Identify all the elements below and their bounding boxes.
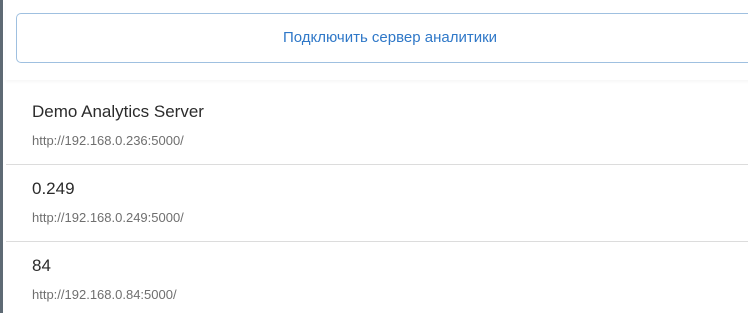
analytics-servers-panel: Подключить сервер аналитики Demo Analyti… xyxy=(0,0,748,313)
server-list: Demo Analytics Server http://192.168.0.2… xyxy=(6,88,748,319)
top-toolbar: Подключить сервер аналитики xyxy=(6,0,748,80)
connect-analytics-server-button[interactable]: Подключить сервер аналитики xyxy=(16,13,748,63)
server-list-item[interactable]: 84 http://192.168.0.84:5000/ xyxy=(6,242,748,319)
server-url: http://192.168.0.84:5000/ xyxy=(32,287,177,302)
server-url: http://192.168.0.249:5000/ xyxy=(32,210,184,225)
server-name: Demo Analytics Server xyxy=(32,102,204,121)
server-url: http://192.168.0.236:5000/ xyxy=(32,133,184,148)
server-list-item[interactable]: Demo Analytics Server http://192.168.0.2… xyxy=(6,88,748,165)
server-name: 84 xyxy=(32,256,51,275)
server-name: 0.249 xyxy=(32,179,75,198)
server-list-item[interactable]: 0.249 http://192.168.0.249:5000/ xyxy=(6,165,748,242)
